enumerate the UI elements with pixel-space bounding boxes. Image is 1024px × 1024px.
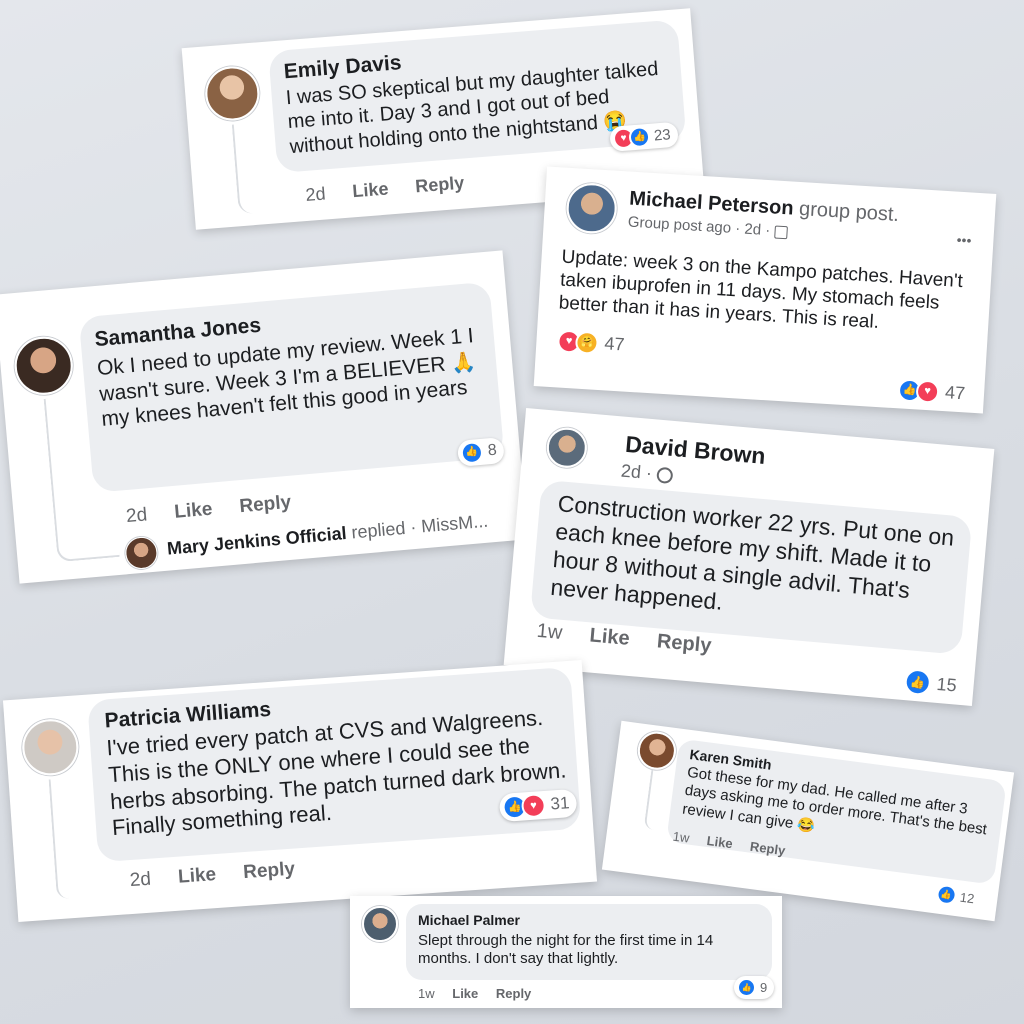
group-icon [773, 225, 788, 239]
comment-card-karen: Karen Smith Got these for my dad. He cal… [601, 720, 1015, 922]
comment-meta: 2d · [620, 461, 674, 486]
reply-author[interactable]: Mary Jenkins Official [166, 523, 347, 559]
laughing-emoji-icon: 😂 [796, 816, 817, 835]
care-reaction-icon: 🤗 [574, 330, 600, 355]
like-button[interactable]: Like [452, 986, 478, 1001]
timestamp[interactable]: 2d [125, 504, 148, 527]
comment-actions: 2d Like Reply [129, 857, 318, 892]
thumbs-up-reaction-icon: 👍 [737, 978, 756, 997]
author-suffix: group post. [798, 197, 900, 227]
timestamp[interactable]: 1w [672, 829, 690, 846]
comment-card-samantha: Samantha Jones Ok I need to update my re… [0, 250, 528, 584]
reaction-count: 23 [653, 126, 672, 145]
reaction-count: 47 [944, 382, 966, 404]
reaction-count: 8 [487, 441, 498, 460]
reply-button[interactable]: Reply [656, 630, 712, 657]
like-button[interactable]: Like [589, 624, 631, 649]
thumbs-up-reaction-icon: 👍 [903, 668, 932, 697]
thumbs-up-reaction-icon: 👍 [934, 883, 958, 906]
reply-button[interactable]: Reply [239, 492, 292, 517]
comment-actions: 1w Like Reply [418, 986, 553, 1001]
timestamp[interactable]: 1w [418, 986, 435, 1001]
avatar[interactable] [20, 717, 81, 778]
reply-avatar[interactable] [124, 535, 159, 571]
thread-line [643, 769, 662, 830]
avatar[interactable] [362, 906, 398, 942]
comment-text: Slept through the night for the first ti… [418, 932, 714, 968]
thread-line [231, 123, 255, 215]
avatar[interactable] [635, 729, 679, 772]
avatar[interactable] [545, 426, 589, 470]
like-button[interactable]: Like [177, 864, 216, 888]
avatar[interactable] [565, 181, 619, 235]
reaction-summary-top[interactable]: ♥ 🤗 47 [554, 327, 633, 359]
post-card-michael-peterson: Michael Peterson group post. Group post … [533, 166, 997, 414]
more-options-icon[interactable]: ••• [956, 232, 972, 249]
comment-card-patricia: Patricia Williams I've tried every patch… [2, 660, 598, 922]
reaction-summary[interactable]: 👍 ♥ 31 [498, 788, 578, 823]
reply-button[interactable]: Reply [415, 173, 465, 197]
reply-button[interactable]: Reply [496, 986, 531, 1001]
like-button[interactable]: Like [173, 499, 213, 523]
reaction-summary[interactable]: ♥ 👍 23 [609, 121, 679, 152]
comment-actions: 2d Like Reply [125, 490, 314, 528]
meta-text[interactable]: 2d · [620, 461, 653, 484]
thread-line [48, 778, 69, 900]
thumbs-up-reaction-icon: 👍 [628, 125, 651, 149]
like-button[interactable]: Like [352, 179, 389, 202]
reaction-count: 47 [603, 333, 626, 355]
reaction-count: 9 [760, 980, 768, 995]
reply-tail: replied · MissM... [350, 510, 489, 543]
globe-icon [656, 466, 674, 485]
heart-reaction-icon: ♥ [520, 792, 547, 819]
reaction-summary[interactable]: 👍 8 [456, 437, 505, 467]
reaction-count: 15 [935, 673, 958, 696]
reaction-summary[interactable]: 👍 9 [734, 976, 775, 999]
reaction-count: 12 [959, 889, 976, 906]
like-button[interactable]: Like [706, 833, 734, 851]
thumbs-up-reaction-icon: 👍 [460, 440, 484, 465]
author-name[interactable]: Michael Palmer [418, 912, 520, 928]
praying-hands-emoji-icon: 🙏 [450, 350, 477, 375]
comment-card-michael-palmer: Michael Palmer Slept through the night f… [350, 896, 782, 1008]
timestamp[interactable]: 1w [536, 620, 563, 644]
timestamp[interactable]: 2d [305, 183, 327, 205]
reaction-summary[interactable]: 👍 12 [932, 881, 983, 911]
avatar[interactable] [203, 64, 262, 123]
post-text: Update: week 3 on the Kampo patches. Hav… [558, 246, 964, 334]
reply-button[interactable]: Reply [749, 839, 786, 858]
reaction-summary[interactable]: 👍 15 [900, 666, 964, 701]
reaction-summary-bottom[interactable]: 👍 ♥ 47 [894, 376, 973, 408]
reply-button[interactable]: Reply [243, 859, 296, 884]
timestamp[interactable]: 2d [129, 869, 152, 891]
heart-reaction-icon: ♥ [915, 379, 940, 404]
avatar[interactable] [12, 334, 76, 398]
reaction-count: 31 [549, 793, 571, 814]
comment-actions: 2d Like Reply [305, 171, 487, 206]
